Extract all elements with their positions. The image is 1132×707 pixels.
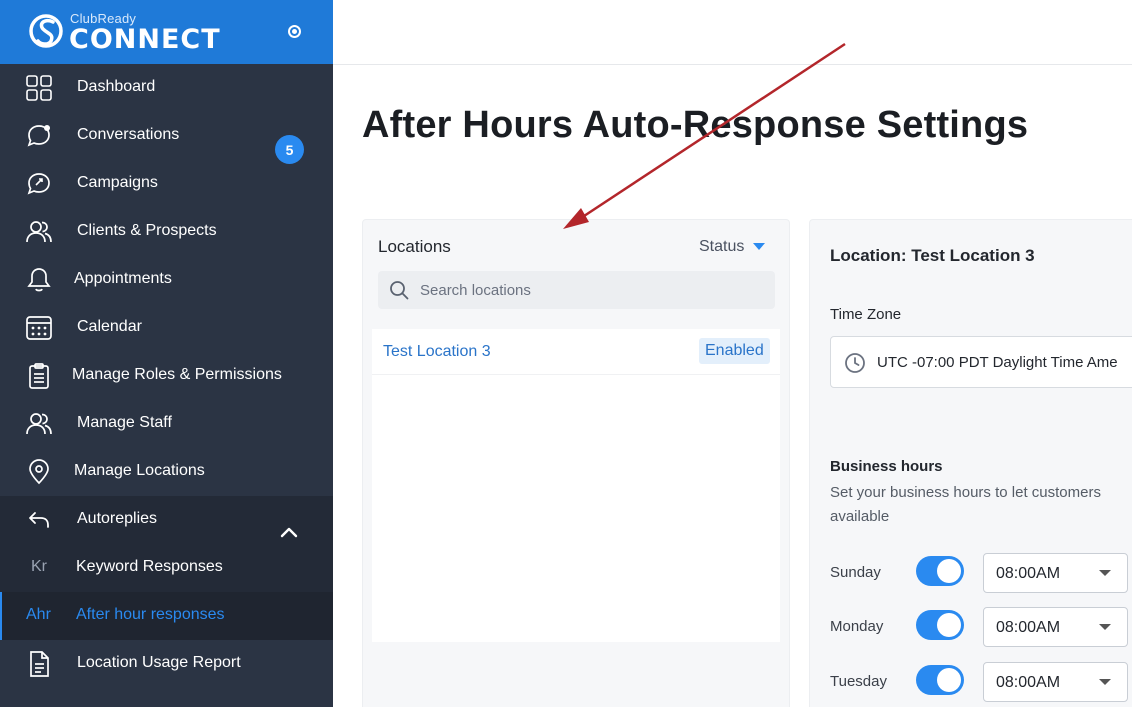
sidebar: ClubReady CONNECT Dashboard Conversation… — [0, 0, 333, 707]
sidebar-item-label: Keyword Responses — [76, 558, 223, 575]
day-name: Sunday — [830, 564, 881, 581]
open-time-value: 08:00AM — [996, 619, 1061, 636]
caret-down-icon[interactable] — [753, 243, 765, 250]
sidebar-item-label: Manage Locations — [74, 462, 205, 479]
sidebar-item-label: Appointments — [74, 270, 172, 287]
open-time-value: 08:00AM — [996, 674, 1061, 691]
sidebar-item-manage-locations[interactable]: Manage Locations — [0, 448, 333, 496]
sidebar-item-appointments[interactable]: Appointments — [0, 256, 333, 304]
business-hours-description: Set your business hours to let customers… — [830, 484, 1101, 525]
reply-icon — [25, 507, 53, 533]
search-locations-input[interactable] — [420, 271, 760, 309]
users-icon — [25, 219, 53, 245]
sidebar-item-location-usage-report[interactable]: Location Usage Report — [0, 640, 333, 688]
chat-bubble-icon — [25, 123, 53, 149]
location-row[interactable]: Test Location 3 Enabled — [372, 329, 780, 375]
day-row-sunday: Sunday 08:00AM — [830, 553, 1132, 593]
day-enabled-toggle[interactable] — [916, 665, 964, 695]
top-header — [333, 0, 1132, 65]
clock-icon — [845, 353, 865, 373]
caret-down-icon — [1099, 679, 1111, 685]
locations-title: Locations — [378, 237, 451, 256]
location-detail-heading: Location: Test Location 3 — [830, 246, 1035, 265]
caret-down-icon — [1099, 624, 1111, 630]
sidebar-item-label: Conversations — [77, 126, 180, 143]
grid-icon — [25, 75, 53, 101]
status-filter-button[interactable]: Status — [699, 238, 744, 256]
map-pin-icon — [25, 459, 53, 485]
day-row-monday: Monday 08:00AM — [830, 607, 1132, 647]
open-time-select[interactable]: 08:00AM — [983, 553, 1128, 593]
bell-icon — [25, 267, 53, 293]
location-status-badge: Enabled — [699, 338, 770, 364]
location-name: Test Location 3 — [383, 343, 491, 360]
time-zone-label: Time Zone — [830, 306, 902, 323]
sidebar-item-label: Manage Staff — [77, 414, 172, 431]
status-indicator-icon[interactable] — [288, 25, 301, 38]
day-name: Monday — [830, 618, 884, 635]
time-zone-select[interactable]: UTC -07:00 PDT Daylight Time Ame — [830, 336, 1132, 388]
brand-header: ClubReady CONNECT — [0, 0, 333, 64]
sidebar-item-label: Clients & Prospects — [77, 222, 217, 239]
search-box — [378, 271, 775, 309]
calendar-icon — [25, 315, 53, 341]
sidebar-item-manage-roles[interactable]: Manage Roles & Permissions — [0, 352, 333, 400]
day-row-tuesday: Tuesday 08:00AM — [830, 662, 1132, 702]
sidebar-item-campaigns[interactable]: Campaigns — [0, 160, 333, 208]
day-enabled-toggle[interactable] — [916, 610, 964, 640]
sidebar-item-after-hour-responses[interactable]: Ahr After hour responses — [0, 592, 333, 640]
conversations-count-badge: 5 — [275, 135, 304, 164]
users-icon — [25, 411, 53, 437]
clubready-logo-icon — [29, 14, 63, 48]
search-icon — [390, 281, 409, 300]
page-title: After Hours Auto-Response Settings — [362, 104, 1029, 146]
campaign-icon — [25, 171, 53, 197]
sidebar-item-manage-staff[interactable]: Manage Staff — [0, 400, 333, 448]
day-name: Tuesday — [830, 673, 887, 690]
open-time-select[interactable]: 08:00AM — [983, 662, 1128, 702]
sidebar-item-label: Dashboard — [77, 78, 156, 95]
document-icon — [25, 651, 53, 677]
open-time-select[interactable]: 08:00AM — [983, 607, 1128, 647]
time-zone-value: UTC -07:00 PDT Daylight Time Ame — [877, 354, 1118, 371]
sidebar-item-label: Autoreplies — [77, 510, 158, 527]
sidebar-item-dashboard[interactable]: Dashboard — [0, 64, 333, 112]
open-time-value: 08:00AM — [996, 565, 1061, 582]
sidebar-item-label: Calendar — [77, 318, 142, 335]
sidebar-item-keyword-responses[interactable]: Kr Keyword Responses — [0, 544, 333, 592]
locations-panel: Locations Status Test Location 3 Enabled — [362, 219, 790, 707]
location-detail-panel: Location: Test Location 3 Time Zone UTC … — [809, 219, 1132, 707]
sidebar-item-label: Manage Roles & Permissions — [72, 366, 282, 383]
sidebar-item-label: Campaigns — [77, 174, 158, 191]
day-enabled-toggle[interactable] — [916, 556, 964, 586]
sidebar-item-label: After hour responses — [76, 606, 225, 623]
sidebar-item-label: Location Usage Report — [77, 654, 241, 671]
sidebar-item-calendar[interactable]: Calendar — [0, 304, 333, 352]
clipboard-icon — [25, 363, 53, 389]
sidebar-item-clients-prospects[interactable]: Clients & Prospects — [0, 208, 333, 256]
caret-down-icon — [1099, 570, 1111, 576]
chevron-up-icon[interactable] — [280, 525, 298, 539]
locations-list: Test Location 3 Enabled — [372, 329, 780, 642]
brand-big-text: CONNECT — [69, 24, 221, 55]
sidebar-item-abbr: Ahr — [26, 606, 51, 623]
sidebar-item-abbr: Kr — [31, 558, 47, 575]
business-hours-title: Business hours — [830, 458, 943, 475]
